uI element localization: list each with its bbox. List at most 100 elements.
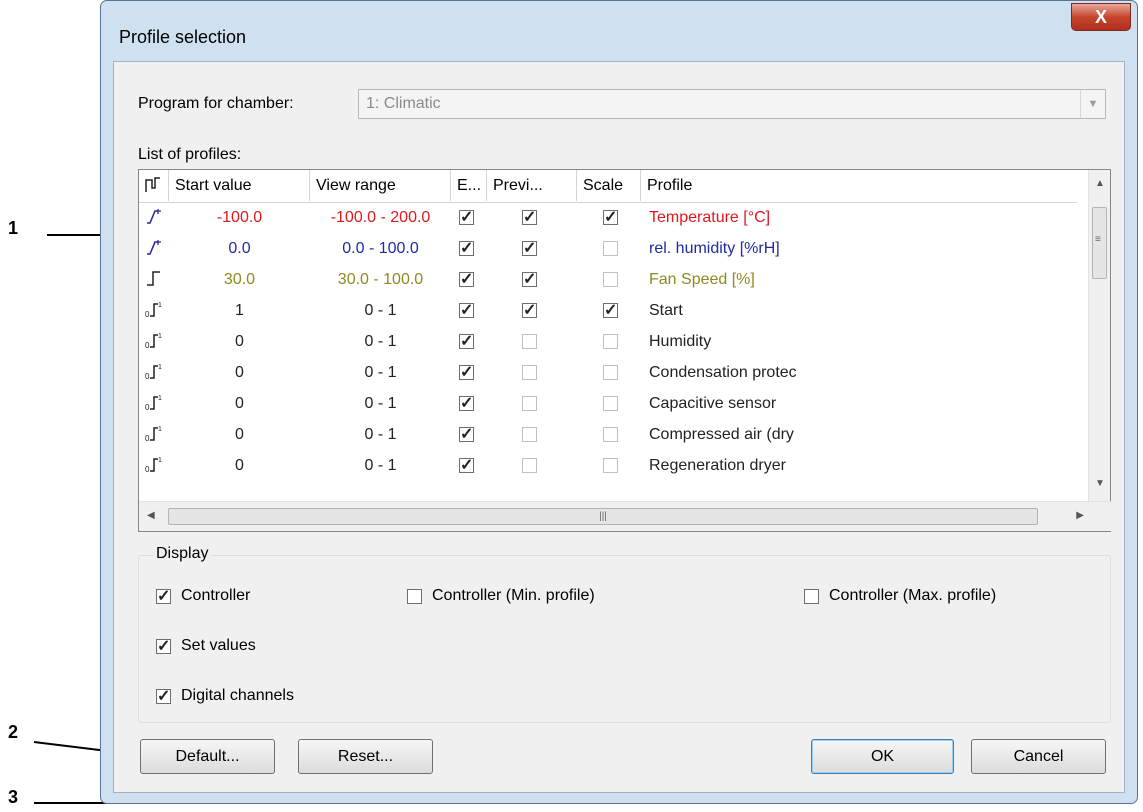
view-range-cell[interactable]: 30.0 - 100.0 xyxy=(310,264,451,295)
profile-name-cell[interactable]: Capacitive sensor xyxy=(649,388,1069,419)
view-range-cell[interactable]: 0.0 - 100.0 xyxy=(310,233,451,264)
checkbox-preview[interactable] xyxy=(522,334,537,349)
checkbox-preview[interactable] xyxy=(522,427,537,442)
scroll-left-icon[interactable]: ◀ xyxy=(147,510,155,521)
profiles-list[interactable]: Start value View range E... Previ... Sca… xyxy=(138,169,1112,532)
checkbox-scale[interactable] xyxy=(603,365,618,380)
checkbox-enable[interactable] xyxy=(459,455,474,475)
checkbox-preview[interactable] xyxy=(522,458,537,473)
horizontal-scrollbar[interactable]: ◀ ||| ▶ xyxy=(139,501,1112,531)
close-button[interactable]: X xyxy=(1071,3,1131,31)
start-value-cell[interactable]: 0.0 xyxy=(169,233,310,264)
view-range-cell[interactable]: 0 - 1 xyxy=(310,357,451,388)
table-row[interactable]: -100.0-100.0 - 200.0 Temperature [°C] xyxy=(139,202,1077,233)
checkbox-scale[interactable] xyxy=(603,458,618,473)
ok-button[interactable]: OK xyxy=(811,739,954,774)
start-value-cell[interactable]: -100.0 xyxy=(169,202,310,233)
column-header-icon[interactable] xyxy=(139,170,169,201)
table-row[interactable]: 30.030.0 - 100.0 Fan Speed [%] xyxy=(139,264,1077,295)
list-label: List of profiles: xyxy=(138,146,242,163)
column-header-start-value[interactable]: Start value xyxy=(169,170,310,201)
cancel-button[interactable]: Cancel xyxy=(971,739,1106,774)
column-header-scale[interactable]: Scale xyxy=(577,170,641,201)
start-value-cell[interactable]: 0 xyxy=(169,419,310,450)
profile-name-cell[interactable]: Temperature [°C] xyxy=(649,202,1069,233)
checkbox-preview[interactable] xyxy=(522,238,537,258)
program-value: 1: Climatic xyxy=(366,95,441,112)
checkbox-scale[interactable] xyxy=(603,334,618,349)
profile-name-cell[interactable]: Regeneration dryer xyxy=(649,450,1069,481)
checkbox-scale[interactable] xyxy=(603,427,618,442)
column-header-preview[interactable]: Previ... xyxy=(487,170,577,201)
checkbox-scale[interactable] xyxy=(603,241,618,256)
svg-text:0: 0 xyxy=(145,372,150,381)
checkbox-enable[interactable] xyxy=(459,207,474,227)
checkbox-controller-max[interactable] xyxy=(804,589,819,604)
profile-name-cell[interactable]: Compressed air (dry xyxy=(649,419,1069,450)
start-value-cell[interactable]: 0 xyxy=(169,326,310,357)
svg-text:0: 0 xyxy=(145,403,150,412)
checkbox-controller[interactable] xyxy=(156,586,171,606)
start-value-cell[interactable]: 0 xyxy=(169,450,310,481)
table-row[interactable]: 0100 - 1Humidity xyxy=(139,326,1077,357)
start-value-cell[interactable]: 30.0 xyxy=(169,264,310,295)
table-row[interactable]: 0100 - 1Compressed air (dry xyxy=(139,419,1077,450)
default-button[interactable]: Default... xyxy=(140,739,275,774)
checkbox-enable[interactable] xyxy=(459,269,474,289)
checkbox-controller-min[interactable] xyxy=(407,589,422,604)
checkbox-preview[interactable] xyxy=(522,365,537,380)
profile-name-cell[interactable]: rel. humidity [%rH] xyxy=(649,233,1069,264)
chevron-down-icon[interactable]: ▼ xyxy=(1080,90,1105,118)
scroll-up-icon[interactable]: ▲ xyxy=(1095,178,1105,189)
svg-text:0: 0 xyxy=(145,465,150,474)
view-range-cell[interactable]: 0 - 1 xyxy=(310,419,451,450)
checkbox-enable[interactable] xyxy=(459,331,474,351)
profile-name-cell[interactable]: Fan Speed [%] xyxy=(649,264,1069,295)
checkbox-preview[interactable] xyxy=(522,269,537,289)
table-row[interactable]: 0.00.0 - 100.0 rel. humidity [%rH] xyxy=(139,233,1077,264)
scroll-right-icon[interactable]: ▶ xyxy=(1076,510,1084,521)
view-range-cell[interactable]: -100.0 - 200.0 xyxy=(310,202,451,233)
checkbox-enable[interactable] xyxy=(459,393,474,413)
program-dropdown[interactable]: 1: Climatic ▼ xyxy=(358,89,1106,119)
start-value-cell[interactable]: 0 xyxy=(169,357,310,388)
profile-name-cell[interactable]: Humidity xyxy=(649,326,1069,357)
start-value-cell[interactable]: 1 xyxy=(169,295,310,326)
vertical-scrollbar[interactable]: ▲ ≡ ▼ xyxy=(1088,170,1110,501)
reset-button[interactable]: Reset... xyxy=(298,739,433,774)
view-range-cell[interactable]: 0 - 1 xyxy=(310,326,451,357)
view-range-cell[interactable]: 0 - 1 xyxy=(310,388,451,419)
checkbox-enable[interactable] xyxy=(459,300,474,320)
svg-text:1: 1 xyxy=(158,333,162,340)
start-value-cell[interactable]: 0 xyxy=(169,388,310,419)
vertical-scroll-thumb[interactable]: ≡ xyxy=(1092,207,1107,279)
checkbox-preview[interactable] xyxy=(522,300,537,320)
profile-name-cell[interactable]: Condensation protec xyxy=(649,357,1069,388)
checkbox-scale[interactable] xyxy=(603,396,618,411)
checkbox-preview[interactable] xyxy=(522,207,537,227)
close-icon: X xyxy=(1094,7,1107,27)
checkbox-scale[interactable] xyxy=(603,300,618,320)
column-header-view-range[interactable]: View range xyxy=(310,170,451,201)
checkbox-set-values[interactable] xyxy=(156,636,171,656)
svg-text:1: 1 xyxy=(158,364,162,371)
checkbox-enable[interactable] xyxy=(459,362,474,382)
display-group-title: Display xyxy=(153,545,212,563)
profile-name-cell[interactable]: Start xyxy=(649,295,1069,326)
checkbox-scale[interactable] xyxy=(603,272,618,287)
column-header-profile[interactable]: Profile xyxy=(641,170,1077,201)
checkbox-scale[interactable] xyxy=(603,207,618,227)
checkbox-enable[interactable] xyxy=(459,424,474,444)
column-header-e[interactable]: E... xyxy=(451,170,487,201)
table-row[interactable]: 0100 - 1Regeneration dryer xyxy=(139,450,1077,481)
table-row[interactable]: 0100 - 1Condensation protec xyxy=(139,357,1077,388)
view-range-cell[interactable]: 0 - 1 xyxy=(310,450,451,481)
checkbox-digital-channels[interactable] xyxy=(156,686,171,706)
table-row[interactable]: 0100 - 1Capacitive sensor xyxy=(139,388,1077,419)
horizontal-scroll-thumb[interactable]: ||| xyxy=(168,508,1038,525)
scroll-down-icon[interactable]: ▼ xyxy=(1095,478,1105,489)
view-range-cell[interactable]: 0 - 1 xyxy=(310,295,451,326)
checkbox-enable[interactable] xyxy=(459,238,474,258)
table-row[interactable]: 0110 - 1Start xyxy=(139,295,1077,326)
checkbox-preview[interactable] xyxy=(522,396,537,411)
